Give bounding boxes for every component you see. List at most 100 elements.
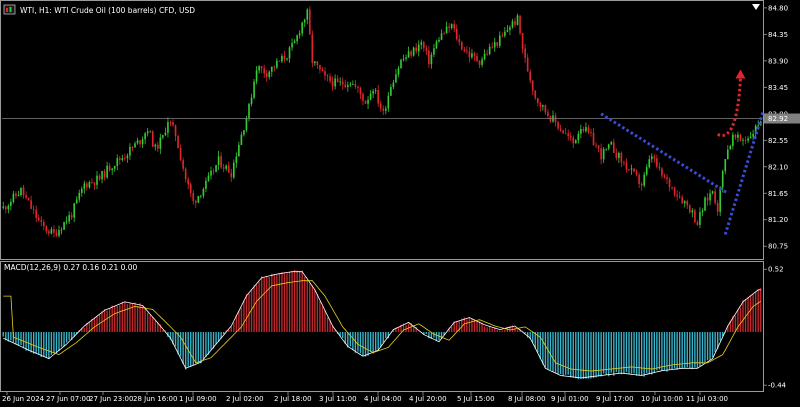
candle-body	[650, 156, 653, 160]
candle-body	[189, 184, 192, 193]
candle-body	[425, 48, 428, 51]
candle-body	[80, 188, 83, 193]
candle-body	[200, 195, 202, 197]
candle-body	[344, 84, 347, 88]
candle-body	[648, 159, 651, 168]
candle-body	[681, 197, 684, 204]
candle-body	[544, 105, 547, 113]
price-tick-label: 84.35	[768, 31, 788, 39]
candle-body	[412, 47, 415, 56]
candle-body	[369, 93, 372, 100]
candle-body	[379, 103, 382, 109]
candle-body	[458, 39, 461, 43]
candle	[27, 197, 30, 201]
candle-body	[260, 66, 263, 69]
candle-body	[116, 158, 119, 167]
candle-body	[395, 74, 397, 83]
time-tick-label: 9 Jul 17:00	[596, 395, 634, 403]
candle	[177, 134, 179, 149]
candle-body	[676, 194, 678, 197]
candle-body	[146, 131, 149, 134]
candle-body	[134, 143, 136, 148]
candle-body	[205, 180, 207, 189]
candle-body	[519, 15, 521, 34]
candle-body	[400, 59, 402, 69]
candle-body	[742, 140, 744, 141]
time-tick-label: 4 Jul 04:00	[364, 395, 402, 403]
candle-body	[673, 187, 676, 195]
candle-body	[232, 162, 235, 178]
candle-body	[169, 122, 172, 123]
candle-body	[473, 53, 476, 56]
trading-chart[interactable]: 84.8084.3583.9083.4583.0082.5582.1081.65…	[0, 0, 800, 407]
candle-body	[111, 168, 114, 171]
candle-body	[590, 132, 592, 133]
candle-body	[20, 187, 22, 196]
candle-body	[210, 170, 212, 176]
candle-body	[443, 33, 445, 35]
candle-body	[126, 155, 129, 159]
candle-body	[60, 229, 63, 231]
candle-body	[405, 57, 407, 59]
candle-body	[640, 183, 643, 186]
candle-body	[557, 122, 559, 129]
candle	[704, 196, 706, 212]
candle-body	[316, 61, 319, 65]
candle-body	[445, 26, 448, 34]
candle-body	[250, 97, 253, 104]
candle-body	[714, 191, 716, 203]
candle-body	[686, 201, 689, 206]
candle-body	[339, 81, 342, 83]
candle-body	[248, 103, 250, 119]
candle-body	[352, 84, 354, 85]
candle-body	[306, 9, 309, 20]
candle-body	[739, 134, 742, 141]
candle-body	[696, 222, 699, 225]
candle-body	[288, 47, 291, 59]
candle-body	[220, 156, 222, 168]
candle-body	[124, 158, 126, 159]
candle-body	[108, 165, 111, 171]
candle-body	[726, 149, 729, 159]
candle-body	[729, 145, 732, 150]
candle-body	[93, 182, 96, 185]
candle-body	[238, 144, 240, 157]
candle-body	[706, 197, 709, 201]
candle-body	[620, 152, 623, 163]
candle-body	[301, 22, 304, 34]
candle-body	[488, 46, 491, 55]
candle-body	[217, 156, 220, 165]
candle-body	[141, 139, 144, 144]
candle-body	[37, 217, 40, 221]
candle-body	[303, 19, 306, 23]
candle-body	[438, 39, 440, 42]
candle-body	[63, 221, 65, 230]
candle-body	[118, 158, 121, 160]
candle-body	[635, 171, 638, 175]
candle-body	[235, 156, 238, 163]
candle-body	[757, 125, 760, 127]
candle-body	[78, 192, 81, 200]
candle-body	[245, 118, 248, 131]
candle-body	[291, 43, 293, 48]
candle-body	[521, 33, 524, 49]
candle-body	[749, 136, 752, 139]
candle-body	[331, 81, 334, 87]
candle-body	[534, 90, 537, 98]
candle	[215, 164, 217, 173]
candle-body	[329, 76, 331, 82]
candle-body	[668, 179, 671, 187]
candle-body	[658, 166, 661, 169]
candle-body	[187, 179, 190, 185]
candle-body	[121, 158, 124, 160]
candle-body	[25, 195, 27, 198]
candle-body	[678, 196, 681, 198]
candle-body	[524, 48, 526, 58]
candle-body	[215, 164, 217, 172]
time-tick-label: 10 Jul 10:00	[641, 395, 683, 403]
candle-body	[177, 136, 179, 149]
candle-body	[448, 26, 450, 28]
candle-body	[701, 210, 704, 213]
time-tick-label: 1 Jul 09:00	[179, 395, 217, 403]
candle-body	[96, 175, 98, 185]
